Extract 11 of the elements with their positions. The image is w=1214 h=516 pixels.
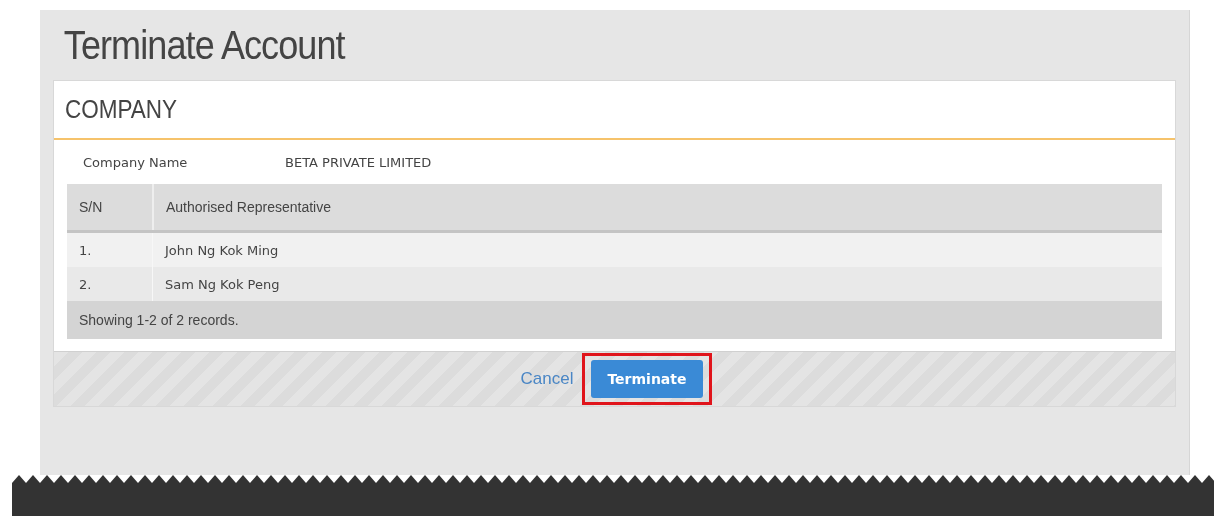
cancel-link[interactable]: Cancel: [517, 366, 577, 392]
field-value: BETA PRIVATE LIMITED: [285, 154, 432, 170]
page-title: Terminate Account: [62, 21, 347, 69]
section-heading: COMPANY: [65, 95, 178, 124]
records-summary: Showing 1-2 of 2 records.: [67, 301, 1162, 339]
column-header: S/N: [67, 184, 154, 230]
field-label: Company Name: [83, 154, 189, 170]
column-header: Authorised Representative: [165, 198, 332, 217]
table-cell-text: John Ng Kok Ming: [163, 241, 280, 260]
table-cell-text: Sam Ng Kok Peng: [164, 275, 281, 294]
terminate-button[interactable]: Terminate: [591, 360, 703, 398]
